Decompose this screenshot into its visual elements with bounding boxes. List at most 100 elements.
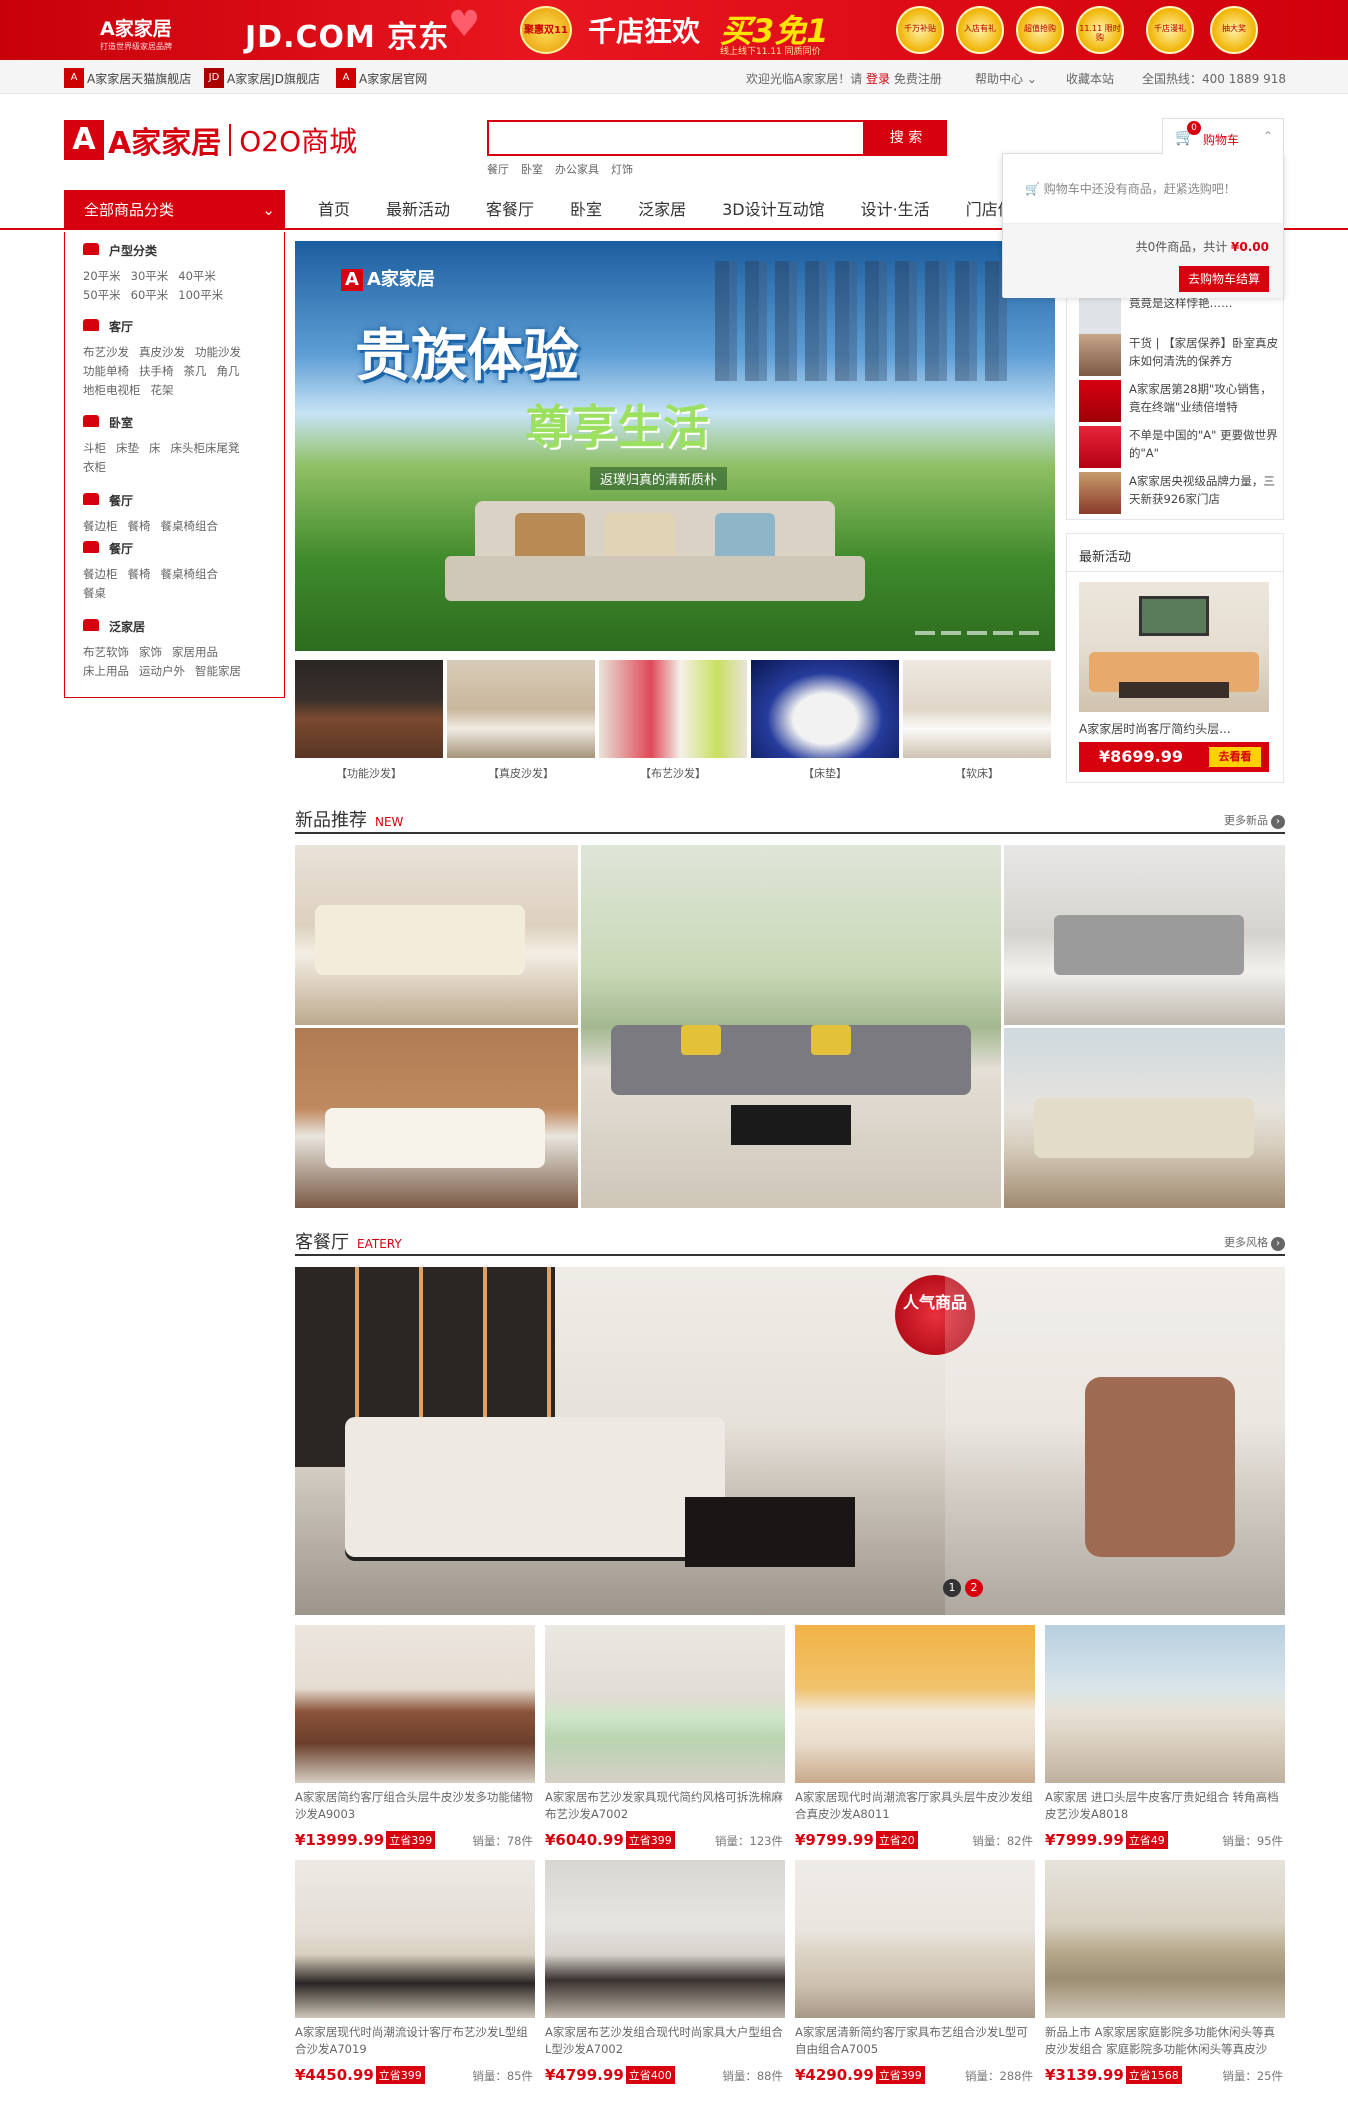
category-link[interactable]: 家居用品 (172, 645, 218, 659)
product-name[interactable]: A家家居现代时尚潮流客厅家具头层牛皮沙发组合真皮沙发A8011 (795, 1789, 1035, 1823)
promo-coin[interactable]: 入店有礼 (956, 6, 1004, 54)
product-image[interactable] (545, 1860, 785, 2018)
category-link[interactable]: 扶手椅 (139, 364, 174, 378)
product-card[interactable]: A家家居 进口头层牛皮客厅贵妃组合 转角高档皮艺沙发A8018 ¥7999.99… (1045, 1625, 1285, 1855)
thumb-functional-sofa[interactable] (295, 660, 443, 758)
category-link[interactable]: 餐桌 (83, 586, 106, 600)
category-link[interactable]: 布艺软饰 (83, 645, 129, 659)
shop-link-tmall[interactable]: A A家家居天猫旗舰店 (64, 68, 191, 88)
cart-button[interactable]: 🛒 0 购物车 ⌃ (1162, 118, 1284, 154)
nav-link-home-goods[interactable]: 泛家居 (620, 190, 704, 230)
category-link[interactable]: 花架 (151, 383, 174, 397)
view-button[interactable]: 去看看 (1209, 747, 1261, 767)
product-card[interactable]: A家家居布艺沙发组合现代时尚家具大户型组合L型沙发A7002 ¥4799.99 立… (545, 1860, 785, 2090)
pager-button[interactable]: 1 (943, 1579, 961, 1597)
promo-coin[interactable]: 超值抢购 (1016, 6, 1064, 54)
carousel-dot[interactable] (967, 631, 987, 635)
category-link[interactable]: 床垫 (116, 441, 139, 455)
eatery-feature-banner[interactable]: 人气商品 1 2 (295, 1267, 1285, 1615)
category-link[interactable]: 茶几 (184, 364, 207, 378)
product-name[interactable]: A家家居 进口头层牛皮客厅贵妃组合 转角高档皮艺沙发A8018 (1045, 1789, 1285, 1823)
shop-link-official[interactable]: A A家家居官网 (336, 68, 427, 88)
promo-coin[interactable]: 千店漫礼 (1146, 6, 1194, 54)
thumb-caption[interactable]: 【软床】 (903, 765, 1051, 781)
help-center-link[interactable]: 帮助中心 ⌄ (975, 70, 1037, 87)
nav-link-3d[interactable]: 3D设计互动馆 (704, 190, 843, 230)
carousel-dot[interactable] (1019, 631, 1039, 635)
product-image[interactable] (1045, 1860, 1285, 2018)
category-link[interactable]: 功能沙发 (195, 345, 241, 359)
thumb-caption[interactable]: 【布艺沙发】 (599, 765, 747, 781)
product-image[interactable] (1045, 1625, 1285, 1783)
category-link[interactable]: 功能单椅 (83, 364, 129, 378)
product-card[interactable]: A家家居现代时尚潮流客厅家具头层牛皮沙发组合真皮沙发A8011 ¥9799.99… (795, 1625, 1035, 1855)
news-item[interactable]: A家家居第28期"攻心销售，竟在终端"业绩倍增特 (1079, 380, 1279, 424)
category-title[interactable]: 餐厅 (109, 494, 133, 508)
product-name[interactable]: A家家居清新简约客厅家具布艺组合沙发L型可自由组合A7005 (795, 2024, 1035, 2058)
category-link[interactable]: 真皮沙发 (139, 345, 185, 359)
category-title[interactable]: 餐厅 (109, 542, 133, 556)
promo-coin[interactable]: 11.11 限时购 (1076, 6, 1124, 54)
promo-coin[interactable]: 千万补贴 (896, 6, 944, 54)
hot-word-link[interactable]: 餐厅 (487, 161, 509, 177)
category-title[interactable]: 泛家居 (109, 620, 145, 634)
thumb-caption[interactable]: 【真皮沙发】 (447, 765, 595, 781)
thumb-mattress[interactable] (751, 660, 899, 758)
favorite-link[interactable]: 收藏本站 (1066, 70, 1114, 87)
category-link[interactable]: 床 (149, 441, 161, 455)
hero-banner[interactable]: A A家家居 贵族体验 尊享生活 返璞归真的清新质朴 (295, 241, 1055, 651)
category-link[interactable]: 地柜电视柜 (83, 383, 141, 397)
category-title[interactable]: 户型分类 (109, 244, 157, 258)
shop-link-jd[interactable]: JD A家家居JD旗舰店 (204, 68, 320, 88)
thumb-fabric-sofa[interactable] (599, 660, 747, 758)
new-product-photo[interactable] (1004, 1028, 1285, 1208)
checkout-button[interactable]: 去购物车结算 (1179, 266, 1269, 292)
site-logo[interactable]: A A家家居 O2O商城 (64, 120, 357, 161)
category-link[interactable]: 斗柜 (83, 441, 106, 455)
new-product-photo[interactable] (581, 845, 1001, 1208)
category-link[interactable]: 餐边柜 (83, 519, 118, 533)
new-product-photo[interactable] (295, 1028, 578, 1208)
search-button[interactable]: 搜 索 (865, 120, 947, 156)
category-link[interactable]: 运动户外 (139, 664, 185, 678)
nav-link-activity[interactable]: 最新活动 (368, 190, 468, 230)
login-link[interactable]: 登录 (866, 72, 890, 86)
product-image[interactable] (795, 1625, 1035, 1783)
category-link[interactable]: 60平米 (131, 288, 169, 302)
hot-word-link[interactable]: 办公家具 (555, 161, 599, 177)
product-image[interactable] (295, 1625, 535, 1783)
product-image[interactable] (295, 1860, 535, 2018)
news-item[interactable]: A家家居央视级品牌力量，三天新获926家门店 (1079, 472, 1279, 516)
carousel-dot[interactable] (915, 631, 935, 635)
hot-word-link[interactable]: 卧室 (521, 161, 543, 177)
thumb-caption[interactable]: 【功能沙发】 (295, 765, 443, 781)
product-name[interactable]: A家家居现代时尚潮流设计客厅布艺沙发L型组合沙发A7019 (295, 2024, 535, 2058)
category-link[interactable]: 布艺沙发 (83, 345, 129, 359)
category-link[interactable]: 角几 (217, 364, 240, 378)
search-input[interactable] (489, 122, 863, 154)
category-link[interactable]: 衣柜 (83, 460, 106, 474)
register-link[interactable]: 免费注册 (894, 72, 942, 86)
thumb-soft-bed[interactable] (903, 660, 1051, 758)
product-card[interactable]: A家家居清新简约客厅家具布艺组合沙发L型可自由组合A7005 ¥4290.99 立… (795, 1860, 1035, 2090)
product-card[interactable]: A家家居布艺沙发家具现代简约风格可拆洗棉麻布艺沙发A7002 ¥6040.99 立… (545, 1625, 785, 1855)
activity-image[interactable] (1079, 582, 1269, 712)
promo-banner[interactable]: A家家居 打造世界级家居品牌 JD.COM 京东 ♥ 聚惠双11 千店狂欢 买3免… (0, 0, 1348, 60)
category-link[interactable]: 智能家居 (195, 664, 241, 678)
nav-link-design[interactable]: 设计·生活 (843, 190, 948, 230)
carousel-dot[interactable] (941, 631, 961, 635)
carousel-dot[interactable] (993, 631, 1013, 635)
category-link[interactable]: 50平米 (83, 288, 121, 302)
product-name[interactable]: A家家居布艺沙发组合现代时尚家具大户型组合L型沙发A7002 (545, 2024, 785, 2058)
new-product-photo[interactable] (295, 845, 578, 1025)
new-product-photo[interactable] (1004, 845, 1285, 1025)
activity-description[interactable]: A家家居时尚客厅简约头层... (1079, 720, 1274, 737)
hot-word-link[interactable]: 灯饰 (611, 161, 633, 177)
category-link[interactable]: 20平米 (83, 269, 121, 283)
news-item[interactable]: 不单是中国的"A" 更要做世界的"A" (1079, 426, 1279, 470)
category-link[interactable]: 40平米 (178, 269, 216, 283)
category-link[interactable]: 100平米 (178, 288, 223, 302)
more-style-link[interactable]: 更多风格 › (1224, 1234, 1285, 1251)
category-toggle[interactable]: 全部商品分类 ⌄ (64, 190, 285, 230)
product-image[interactable] (795, 1860, 1035, 2018)
